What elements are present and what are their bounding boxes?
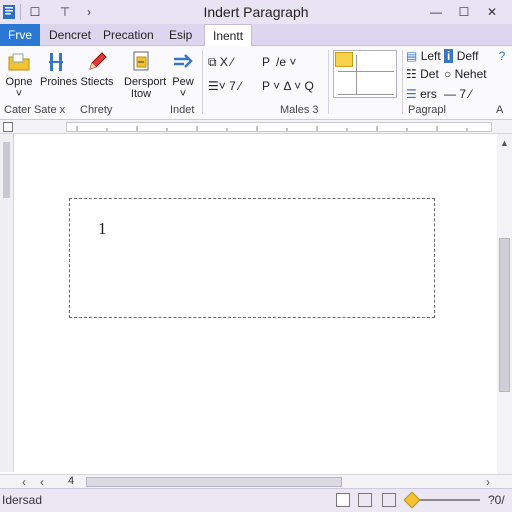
proines-button[interactable]: Proines	[40, 48, 78, 102]
styles-gallery[interactable]	[333, 50, 397, 98]
read-mode-icon[interactable]	[336, 493, 350, 507]
title-bar: ☐ ⊤ › Indert Paragraph — ☐ ✕	[0, 0, 512, 24]
det-label: Det	[420, 67, 439, 81]
vertical-ruler-margin	[3, 142, 10, 198]
group-label-3: Indet	[170, 104, 195, 116]
align-left-button[interactable]: ▤ Left	[406, 48, 441, 64]
font-row-2-right[interactable]: P ˅ Δ ˅ Q	[262, 78, 314, 94]
info-icon: i	[444, 49, 454, 63]
ers-label: ers	[420, 87, 437, 101]
group-label-2: Chrety	[80, 104, 113, 116]
pew-button[interactable]: Pew ˅	[166, 48, 200, 102]
style-swatch-selected[interactable]	[335, 52, 353, 67]
vertical-ruler	[0, 134, 14, 472]
dersport-button[interactable]: Dersport Itow	[124, 48, 167, 102]
open-button[interactable]: Opne ˅	[2, 48, 36, 102]
horizontal-scroll-thumb[interactable]	[86, 477, 342, 487]
circle-icon: ○	[444, 67, 452, 81]
group-separator	[202, 50, 203, 114]
deff-button[interactable]: i Deff	[444, 48, 478, 64]
status-text: Idersad	[2, 493, 43, 507]
dersport-label: Dersport	[124, 76, 167, 88]
help-icon[interactable]: ?	[496, 48, 508, 64]
web-layout-icon[interactable]	[382, 493, 396, 507]
font-row-1-left[interactable]: ⧉ X ⁄	[208, 54, 233, 70]
horizontal-ruler-row	[0, 120, 512, 134]
print-layout-icon[interactable]	[358, 493, 372, 507]
group-separator	[402, 50, 403, 114]
horizontal-ruler[interactable]	[66, 122, 492, 132]
tab-dencret[interactable]: Dencret	[47, 24, 93, 46]
scroll-left-icon[interactable]: ‹	[40, 475, 44, 489]
group-label-1: Cater Sate x	[4, 104, 66, 116]
status-bar: Idersad ?0/	[0, 488, 512, 512]
nehet-label: Nehet	[454, 67, 487, 81]
stiects-label: Stiects	[80, 76, 114, 88]
group-label-4: Males 3	[280, 104, 319, 116]
font-row-1-p[interactable]: P	[262, 54, 270, 70]
grid-icon: ☷	[406, 67, 417, 81]
deff-label: Deff	[456, 49, 479, 63]
zoom-slider[interactable]	[403, 491, 480, 509]
scroll-up-icon[interactable]: ▲	[500, 138, 509, 148]
ribbon-tabs: Frve Dencret Precation Esip Inentt	[0, 24, 512, 47]
zoom-level[interactable]: ?0/	[488, 493, 505, 507]
open-dropdown-icon: ˅	[15, 88, 23, 100]
tab-file[interactable]: Frve	[0, 24, 40, 46]
proines-label: Proines	[40, 76, 78, 88]
columns-icon	[45, 50, 69, 74]
align-left-label: Left	[420, 49, 441, 63]
arrow-right-icon	[171, 50, 195, 74]
vertical-scroll-thumb[interactable]	[499, 238, 510, 392]
open-label: Opne	[5, 76, 33, 88]
stiects-button[interactable]: Stiects	[80, 48, 114, 102]
word-processor-window: ☐ ⊤ › Indert Paragraph — ☐ ✕ Frve Dencre…	[0, 0, 512, 512]
tab-inentt[interactable]: Inentt	[204, 24, 253, 47]
font-row-2-left[interactable]: ☰˅ 7 ⁄	[208, 78, 241, 94]
nehet-button[interactable]: ○ Nehet	[444, 66, 487, 82]
dersport-sub: Itow	[130, 88, 152, 100]
scroll-left-icon[interactable]: ‹	[22, 475, 26, 489]
pew-label: Pew	[172, 76, 194, 88]
align-left-icon: ▤	[406, 49, 418, 63]
folder-icon	[7, 50, 31, 74]
pew-dropdown-icon: ˅	[179, 88, 187, 100]
text-box-content: 1	[98, 219, 107, 238]
group-label-5: Pagrapl	[408, 104, 446, 116]
horizontal-scrollbar[interactable]: ‹ ‹ 4 ›	[0, 474, 512, 489]
close-button[interactable]: ✕	[484, 4, 500, 20]
vertical-scrollbar[interactable]: ▲	[497, 134, 512, 474]
tab-selector-icon[interactable]	[3, 122, 13, 132]
ers-button[interactable]: ☰ ers	[406, 86, 437, 102]
group-separator	[328, 50, 329, 114]
scroll-right-icon[interactable]: ›	[486, 475, 490, 489]
det-button[interactable]: ☷ Det	[406, 66, 439, 82]
list-icon: ☰	[406, 87, 417, 101]
maximize-button[interactable]: ☐	[456, 4, 472, 20]
group-label-6: A	[496, 104, 504, 116]
pencil-icon	[85, 50, 109, 74]
dash-seven-button[interactable]: — 7 ⁄	[444, 86, 471, 102]
tab-precation[interactable]: Precation	[101, 24, 156, 46]
document-export-icon	[129, 50, 153, 74]
page-indicator: 4	[68, 475, 75, 487]
tab-esip[interactable]: Esip	[167, 24, 194, 46]
minimize-button[interactable]: —	[428, 4, 444, 20]
style-grid-col	[356, 55, 392, 95]
zoom-thumb[interactable]	[403, 491, 421, 509]
ribbon: Opne ˅ Proines Stiects Dersport Itow Pew…	[0, 46, 512, 120]
font-row-1-e[interactable]: /e ˅	[276, 54, 296, 70]
text-box[interactable]: 1	[69, 198, 435, 318]
